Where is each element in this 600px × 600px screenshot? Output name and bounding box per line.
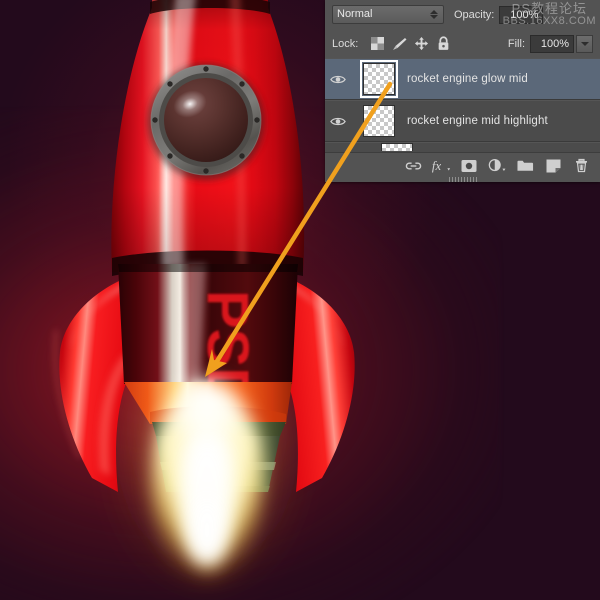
rocket-flame [152,380,262,580]
new-layer-icon[interactable] [540,155,566,177]
layer-thumbnail-1[interactable] [351,105,407,137]
panel-row-lock-fill: Lock: [325,29,600,58]
layer-thumbnail-partial [381,143,413,151]
blend-mode-select[interactable]: Normal [332,5,444,24]
lock-transparency-icon[interactable] [366,34,388,54]
link-layers-icon[interactable] [400,155,426,177]
panel-row-blend-opacity: Normal Opacity: 100% [325,0,600,29]
layers-panel: Normal Opacity: 100% Lock: [325,0,600,182]
fill-input[interactable]: 100% [530,35,574,53]
layer-visibility-toggle-0[interactable] [325,74,351,85]
fill-dropdown-arrow-icon[interactable] [576,35,593,53]
layer-name-0: rocket engine glow mid [407,73,528,85]
panel-resize-grip[interactable] [449,177,477,182]
lock-label: Lock: [332,38,358,50]
layer-row-partial[interactable] [325,142,600,152]
screenshot-stage: PSD Norma [0,0,600,600]
layer-row-1[interactable]: rocket engine mid highlight [325,100,600,142]
layer-visibility-toggle-1[interactable] [325,116,351,127]
lock-all-icon[interactable] [432,34,454,54]
adjustment-layer-icon[interactable] [484,155,510,177]
layers-panel-footer: fx [325,152,600,178]
layer-row-0[interactable]: rocket engine glow mid [325,58,600,100]
chevron-updown-icon [429,10,439,19]
layer-thumbnail-0[interactable] [351,63,407,95]
opacity-input[interactable]: 100% [499,6,543,24]
blend-mode-value: Normal [337,6,429,23]
new-group-icon[interactable] [512,155,538,177]
layer-style-fx-icon[interactable]: fx [428,155,454,177]
lock-image-icon[interactable] [388,34,410,54]
porthole-window [148,64,264,180]
opacity-label: Opacity: [454,9,494,21]
layer-list: rocket engine glow mid rocket engine mid… [325,58,600,152]
fill-label: Fill: [508,38,525,50]
layer-mask-icon[interactable] [456,155,482,177]
lock-position-icon[interactable] [410,34,432,54]
delete-layer-icon[interactable] [568,155,594,177]
layer-name-1: rocket engine mid highlight [407,115,548,127]
svg-text:fx: fx [432,159,442,173]
